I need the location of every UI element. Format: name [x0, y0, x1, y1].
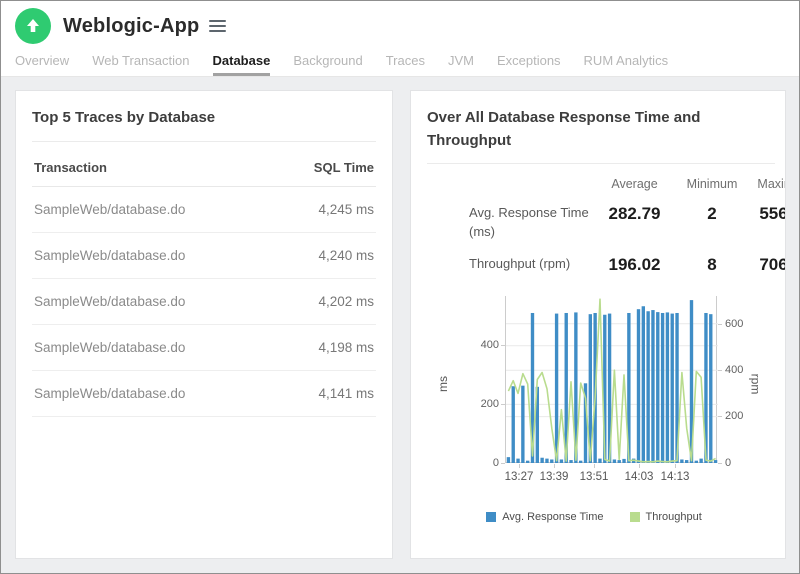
stat-value-average: 196.02 — [592, 255, 677, 275]
sql-time-value: 4,198 ms — [318, 340, 374, 355]
table-row[interactable]: SampleWeb/database.do 4,240 ms — [32, 233, 376, 279]
table-row[interactable]: SampleWeb/database.do 4,141 ms — [32, 371, 376, 417]
chart-legend: Avg. Response Time Throughput — [427, 511, 761, 523]
stat-label: Throughput (rpm) — [427, 255, 592, 274]
page-title: Weblogic-App — [63, 15, 199, 38]
app-status-icon — [15, 8, 51, 44]
legend-swatch-throughput — [630, 512, 640, 522]
divider — [427, 163, 775, 164]
tab-background[interactable]: Background — [293, 53, 362, 76]
column-header-sql-time: SQL Time — [314, 160, 374, 175]
stats-col-minimum: Minimum — [677, 177, 747, 191]
tab-exceptions[interactable]: Exceptions — [497, 53, 561, 76]
transaction-link[interactable]: SampleWeb/database.do — [34, 386, 185, 401]
sql-time-value: 4,141 ms — [318, 386, 374, 401]
combo-chart: ms rpm 02004000200400600 13:2713:3913:51… — [427, 291, 785, 487]
app-header: Weblogic-App — [1, 1, 799, 51]
divider — [32, 141, 376, 142]
stats-header-row: Average Minimum Maximum — [427, 177, 786, 191]
stat-value-maximum: 706 — [747, 255, 786, 275]
table-row[interactable]: SampleWeb/database.do 4,202 ms — [32, 279, 376, 325]
tab-overview[interactable]: Overview — [15, 53, 69, 76]
menu-icon[interactable] — [209, 17, 226, 35]
tab-bar: Overview Web Transaction Database Backgr… — [1, 51, 799, 77]
stat-value-minimum: 2 — [677, 204, 747, 224]
tab-database[interactable]: Database — [213, 53, 271, 76]
tab-jvm[interactable]: JVM — [448, 53, 474, 76]
traces-table-header: Transaction SQL Time — [32, 144, 376, 187]
stats-row-avg-response-time: Avg. Response Time (ms) 282.79 2 556 — [427, 204, 786, 242]
top-traces-panel: Top 5 Traces by Database Transaction SQL… — [15, 90, 393, 559]
stat-value-average: 282.79 — [592, 204, 677, 224]
traces-table: Transaction SQL Time SampleWeb/database.… — [32, 144, 376, 417]
stats-col-maximum: Maximum — [747, 177, 786, 191]
transaction-link[interactable]: SampleWeb/database.do — [34, 294, 185, 309]
app-window: Weblogic-App Overview Web Transaction Da… — [0, 0, 800, 574]
stat-label: Avg. Response Time (ms) — [427, 204, 592, 242]
transaction-link[interactable]: SampleWeb/database.do — [34, 202, 185, 217]
stats-col-average: Average — [592, 177, 677, 191]
y-axis-label-ms: ms — [436, 376, 450, 392]
response-time-title: Over All Database Response Time and Thro… — [427, 107, 747, 152]
stat-value-minimum: 8 — [677, 255, 747, 275]
legend-item-response-time[interactable]: Avg. Response Time — [486, 511, 603, 523]
response-time-panel: Over All Database Response Time and Thro… — [410, 90, 786, 559]
legend-label: Throughput — [646, 511, 702, 523]
legend-item-throughput[interactable]: Throughput — [630, 511, 702, 523]
stat-value-maximum: 556 — [747, 204, 786, 224]
sql-time-value: 4,245 ms — [318, 202, 374, 217]
tab-rum-analytics[interactable]: RUM Analytics — [584, 53, 669, 76]
column-header-transaction: Transaction — [34, 160, 107, 175]
table-row[interactable]: SampleWeb/database.do 4,245 ms — [32, 187, 376, 233]
table-row[interactable]: SampleWeb/database.do 4,198 ms — [32, 325, 376, 371]
tab-traces[interactable]: Traces — [386, 53, 425, 76]
sql-time-value: 4,240 ms — [318, 248, 374, 263]
arrow-up-icon — [25, 18, 41, 34]
sql-time-value: 4,202 ms — [318, 294, 374, 309]
content-area: Top 5 Traces by Database Transaction SQL… — [1, 77, 799, 573]
stats-table: Average Minimum Maximum Avg. Response Ti… — [427, 177, 786, 275]
top-traces-title: Top 5 Traces by Database — [32, 107, 376, 130]
y-axis-label-rpm: rpm — [748, 373, 762, 394]
transaction-link[interactable]: SampleWeb/database.do — [34, 248, 185, 263]
combo-chart-plot — [505, 296, 717, 463]
legend-label: Avg. Response Time — [502, 511, 603, 523]
transaction-link[interactable]: SampleWeb/database.do — [34, 340, 185, 355]
legend-swatch-response-time — [486, 512, 496, 522]
stats-row-throughput: Throughput (rpm) 196.02 8 706 — [427, 255, 786, 275]
tab-web-transaction[interactable]: Web Transaction — [92, 53, 189, 76]
